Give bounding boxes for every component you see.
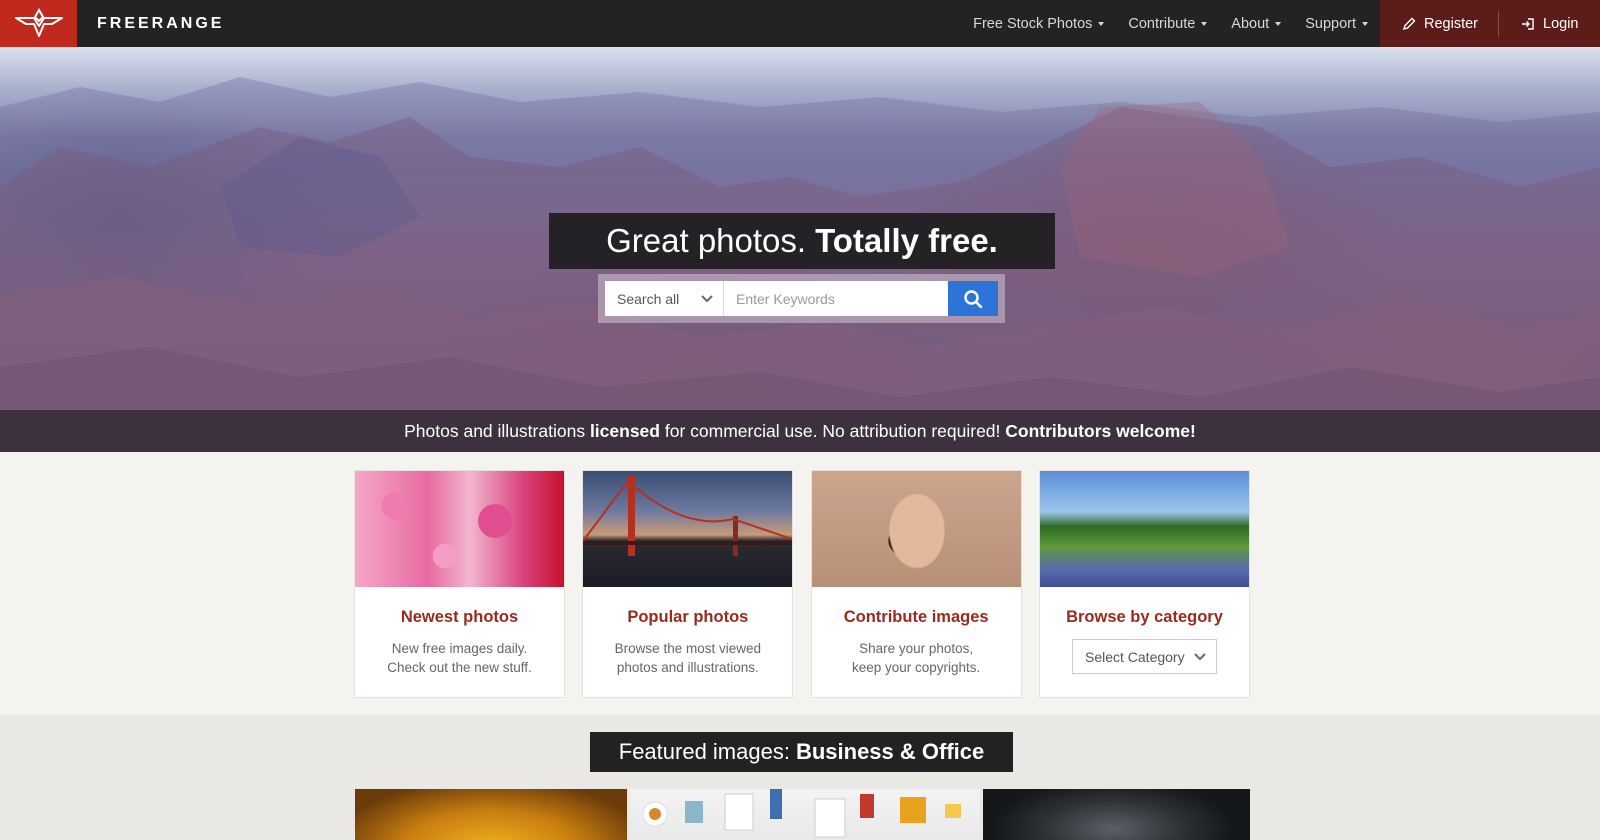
- card-contribute-images[interactable]: Contribute images Share your photos, kee…: [810, 470, 1022, 698]
- featured-prefix: Featured images:: [618, 739, 790, 764]
- bluebonnet-field-image: [1039, 471, 1249, 587]
- freerange-logo-icon: [14, 7, 63, 37]
- login-label: Login: [1543, 15, 1579, 32]
- category-select-value: Select Category: [1084, 648, 1185, 665]
- tagline-part1: Photos and illustrations: [404, 420, 590, 441]
- login-icon: [1522, 17, 1534, 30]
- caret-down-icon: [1201, 21, 1208, 26]
- card-desc-line: Browse the most viewed: [614, 641, 761, 656]
- featured-heading: Featured images: Business & Office: [590, 732, 1013, 772]
- hero-banner: Great photos. Totally free. Search all P…: [0, 47, 1600, 452]
- card-desc-line: Share your photos,: [859, 641, 974, 656]
- hero-tagline: Photos and illustrations licensed for co…: [0, 410, 1600, 452]
- nav-free-stock-photos[interactable]: Free Stock Photos: [973, 15, 1105, 32]
- caret-down-icon: [1275, 21, 1282, 26]
- featured-image-3[interactable]: [983, 789, 1250, 840]
- search-scope-dropdown[interactable]: Search all: [605, 281, 724, 316]
- nav-label: About: [1231, 15, 1270, 32]
- auth-divider: [1498, 10, 1499, 37]
- desk-illustration: [642, 789, 961, 838]
- card-desc-line: Check out the new stuff.: [387, 660, 532, 675]
- card-description: New free images daily. Check out the new…: [355, 639, 564, 677]
- card-title: Popular photos: [627, 608, 749, 626]
- tagline-bold-contributors: Contributors welcome!: [1005, 420, 1196, 441]
- golden-gate-bridge-image: [583, 471, 793, 587]
- tagline-part2: for commercial use. No attribution requi…: [659, 420, 1006, 441]
- headline-bold: Totally free.: [815, 222, 998, 259]
- nav-label: Contribute: [1128, 15, 1196, 32]
- keyword-search-input[interactable]: [724, 281, 948, 316]
- nav-about[interactable]: About: [1231, 15, 1282, 32]
- nav-label: Support: [1305, 15, 1356, 32]
- top-navbar: FREERANGE Free Stock Photos Contribute A…: [0, 0, 1600, 47]
- register-link[interactable]: Register: [1402, 16, 1478, 32]
- chevron-down-icon: [1194, 652, 1206, 660]
- caret-down-icon: [1362, 21, 1368, 26]
- nav-contribute[interactable]: Contribute: [1128, 15, 1208, 32]
- card-title: Newest photos: [400, 608, 519, 626]
- brand-logo[interactable]: [0, 0, 77, 47]
- category-select[interactable]: Select Category: [1071, 639, 1217, 674]
- card-newest-photos[interactable]: Newest photos New free images daily. Che…: [354, 470, 565, 698]
- featured-image-1[interactable]: [355, 789, 627, 840]
- card-desc-line: New free images daily.: [391, 641, 528, 656]
- brand-name[interactable]: FREERANGE: [97, 15, 224, 33]
- tagline-bold-licensed: licensed: [589, 420, 660, 441]
- card-title: Browse by category: [1066, 608, 1223, 626]
- face-handprint-image: [811, 471, 1021, 587]
- caret-down-icon: [1098, 21, 1105, 26]
- bridge-silhouette: [583, 476, 793, 556]
- graffiti-image: [355, 471, 564, 587]
- featured-section: Featured images: Business & Office: [0, 715, 1600, 840]
- search-icon: [964, 289, 983, 308]
- card-description: Share your photos, keep your copyrights.: [812, 639, 1021, 677]
- nav-support[interactable]: Support: [1305, 16, 1368, 32]
- pencil-icon: [1402, 17, 1416, 30]
- search-button[interactable]: [948, 281, 998, 316]
- hero-headline: Great photos. Totally free.: [549, 213, 1055, 269]
- register-label: Register: [1424, 15, 1478, 32]
- card-popular-photos[interactable]: Popular photos Browse the most viewed ph…: [582, 470, 794, 698]
- search-scope-value: Search all: [617, 290, 680, 307]
- card-desc-line: photos and illustrations.: [616, 660, 759, 675]
- chevron-down-icon: [701, 294, 713, 302]
- main-menu: Free Stock Photos Contribute About Suppo…: [949, 0, 1368, 47]
- headline-regular: Great photos.: [606, 222, 807, 259]
- nav-label: Free Stock Photos: [973, 15, 1093, 32]
- card-title: Contribute images: [843, 608, 989, 626]
- card-browse-by-category: Browse by category Select Category: [1038, 470, 1250, 698]
- search-bar: Search all: [598, 274, 1005, 323]
- featured-image-2[interactable]: [630, 789, 980, 840]
- auth-area: Register Login: [1380, 0, 1600, 47]
- card-description: Browse the most viewed photos and illust…: [583, 639, 792, 677]
- login-link[interactable]: Login: [1521, 16, 1578, 32]
- feature-cards: Newest photos New free images daily. Che…: [354, 470, 1250, 698]
- card-desc-line: keep your copyrights.: [851, 660, 981, 675]
- featured-category[interactable]: Business & Office: [796, 739, 984, 765]
